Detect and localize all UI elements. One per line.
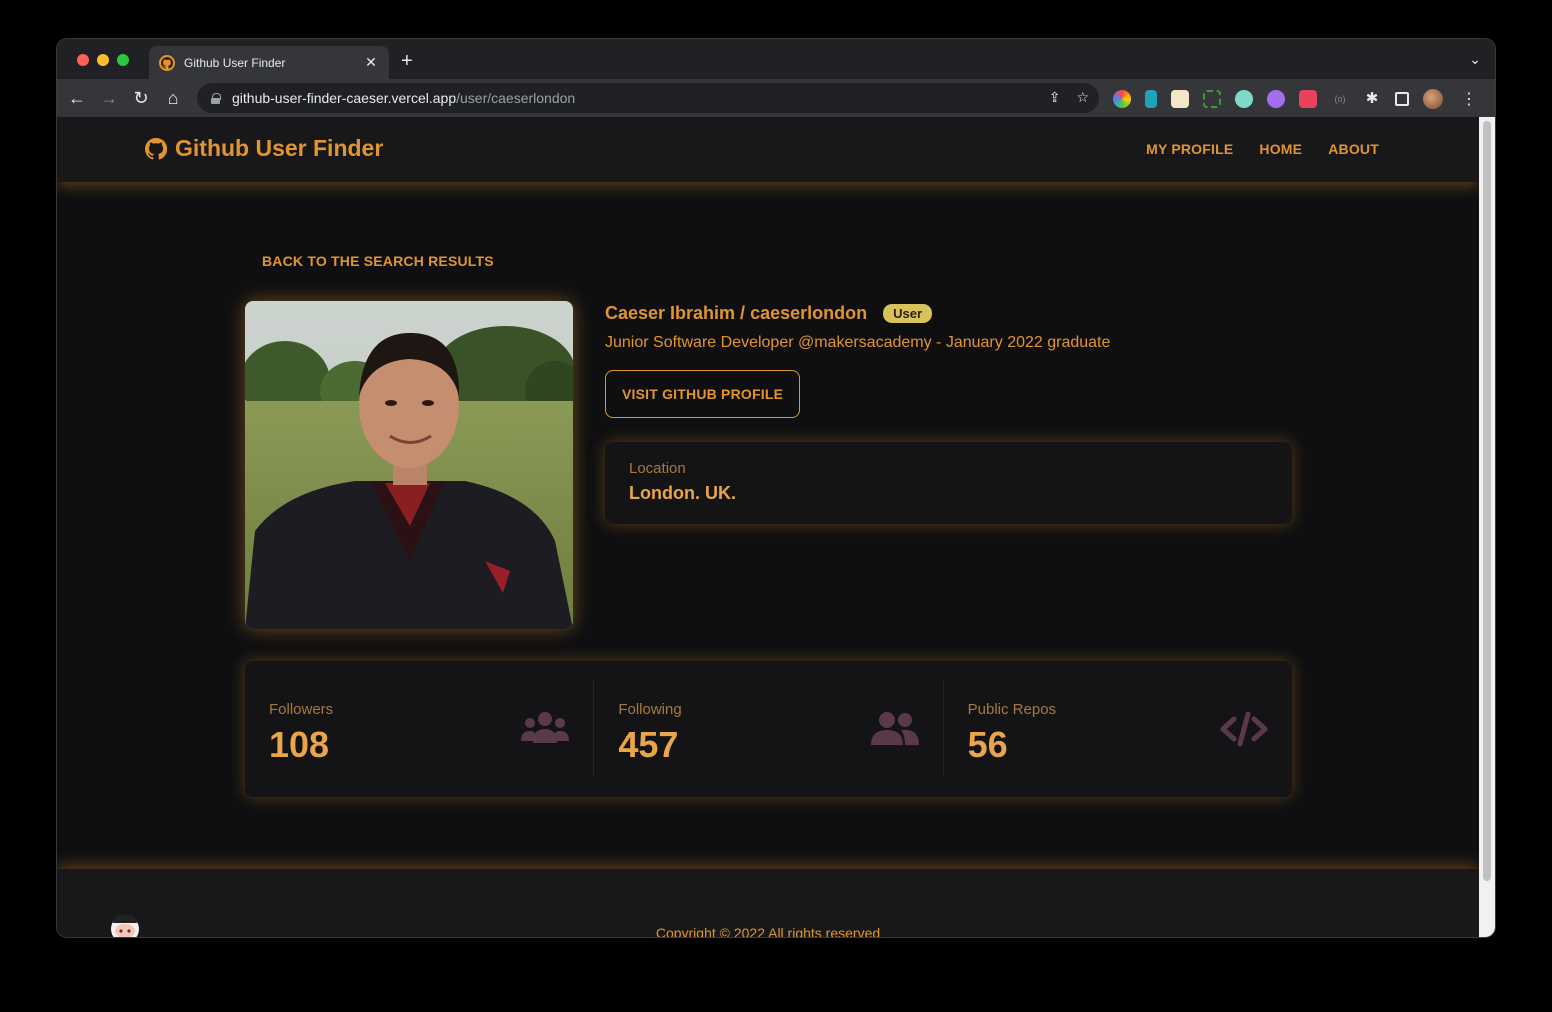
visit-github-profile-button[interactable]: VISIT GITHUB PROFILE [605, 370, 801, 418]
stats-card: Followers 108 Following 457 Public Repos… [245, 661, 1292, 797]
screenshot-extension-icon[interactable] [1203, 90, 1221, 108]
purple-extension-icon[interactable] [1267, 90, 1285, 108]
profile-info: Caeser Ibrahim / caeserlondon User Junio… [605, 303, 1295, 418]
site-footer: Copyright © 2022 All rights reserved [57, 869, 1479, 937]
more-menu-icon[interactable]: ⋮ [1461, 89, 1477, 109]
share-icon[interactable]: ⇪ [1049, 89, 1061, 106]
bookmark-star-icon[interactable]: ☆ [1076, 89, 1089, 106]
lock-icon [211, 92, 221, 104]
profile-avatar-icon[interactable] [1423, 89, 1443, 109]
maximize-window-button[interactable] [117, 54, 129, 66]
forward-arrow-icon[interactable]: → [97, 87, 121, 109]
nav-about[interactable]: ABOUT [1328, 141, 1379, 157]
name-row: Caeser Ibrahim / caeserlondon User [605, 303, 1295, 324]
url-path: /user/caeserlondon [456, 90, 576, 106]
brand-link[interactable]: Github User Finder [145, 135, 383, 162]
location-value: London. UK. [629, 483, 736, 503]
minimize-window-button[interactable] [97, 54, 109, 66]
browser-tab[interactable]: Github User Finder ✕ [149, 46, 389, 79]
new-tab-icon[interactable]: + [401, 51, 413, 71]
user-friends-icon [870, 712, 919, 745]
users-icon [521, 712, 570, 743]
puzzle-extensions-icon[interactable]: ✱ [1363, 90, 1381, 108]
browser-toolbar: ← → ↻ ⌂ github-user-finder-caeser.vercel… [57, 79, 1495, 117]
browser-window: Github User Finder ✕ + ⌄ ← → ↻ ⌂ github-… [57, 39, 1495, 937]
nav-home[interactable]: HOME [1259, 141, 1302, 157]
home-icon[interactable]: ⌂ [161, 87, 185, 109]
github-favicon-icon [159, 54, 175, 71]
red-extension-icon[interactable] [1299, 90, 1317, 108]
color-picker-extension-icon[interactable] [1113, 90, 1131, 108]
close-tab-icon[interactable]: ✕ [363, 54, 379, 71]
scrollbar-thumb[interactable] [1483, 121, 1491, 881]
main-nav: MY PROFILE HOME ABOUT [1146, 141, 1379, 157]
calendar-extension-icon[interactable] [1171, 90, 1189, 108]
close-window-button[interactable] [77, 54, 89, 66]
page-viewport: Github User Finder MY PROFILE HOME ABOUT… [57, 117, 1479, 937]
brand-title: Github User Finder [175, 135, 384, 161]
location-card: Location London. UK. [605, 442, 1292, 524]
tab-strip: Github User Finder ✕ + ⌄ [57, 39, 1495, 79]
github-logo-icon [145, 137, 167, 159]
user-bio: Junior Software Developer @makersacademy… [605, 334, 1111, 351]
address-bar[interactable]: github-user-finder-caeser.vercel.app/use… [197, 83, 1099, 113]
back-arrow-icon[interactable]: ← [65, 87, 89, 109]
location-label: Location [629, 460, 686, 477]
user-avatar [245, 301, 573, 629]
tab-title: Github User Finder [184, 55, 286, 70]
pen-extension-icon[interactable] [1145, 90, 1157, 108]
copyright-text: Copyright © 2022 All rights reserved [655, 925, 881, 937]
stat-followers: Followers 108 [245, 681, 593, 777]
user-name: Caeser Ibrahim / caeserlondon [605, 303, 868, 323]
w-extension-icon[interactable] [1235, 90, 1253, 108]
site-header: Github User Finder MY PROFILE HOME ABOUT [57, 117, 1479, 182]
side-panel-icon[interactable] [1395, 92, 1409, 106]
page-scrollbar[interactable] [1479, 117, 1495, 937]
code-extension-icon[interactable]: (o) [1331, 90, 1349, 108]
chevron-down-icon[interactable]: ⌄ [1469, 51, 1481, 68]
extensions-bar: (o) ✱ ⋮ [1113, 89, 1477, 109]
back-to-results-link[interactable]: BACK TO THE SEARCH RESULTS [262, 253, 494, 269]
stat-following: Following 457 [593, 681, 942, 777]
reload-icon[interactable]: ↻ [129, 87, 153, 109]
stat-public-repos: Public Repos 56 [942, 681, 1292, 777]
user-type-badge: User [883, 304, 933, 323]
nav-my-profile[interactable]: MY PROFILE [1146, 141, 1233, 157]
url-host: github-user-finder-caeser.vercel.app [232, 90, 457, 106]
code-icon [1220, 711, 1268, 747]
